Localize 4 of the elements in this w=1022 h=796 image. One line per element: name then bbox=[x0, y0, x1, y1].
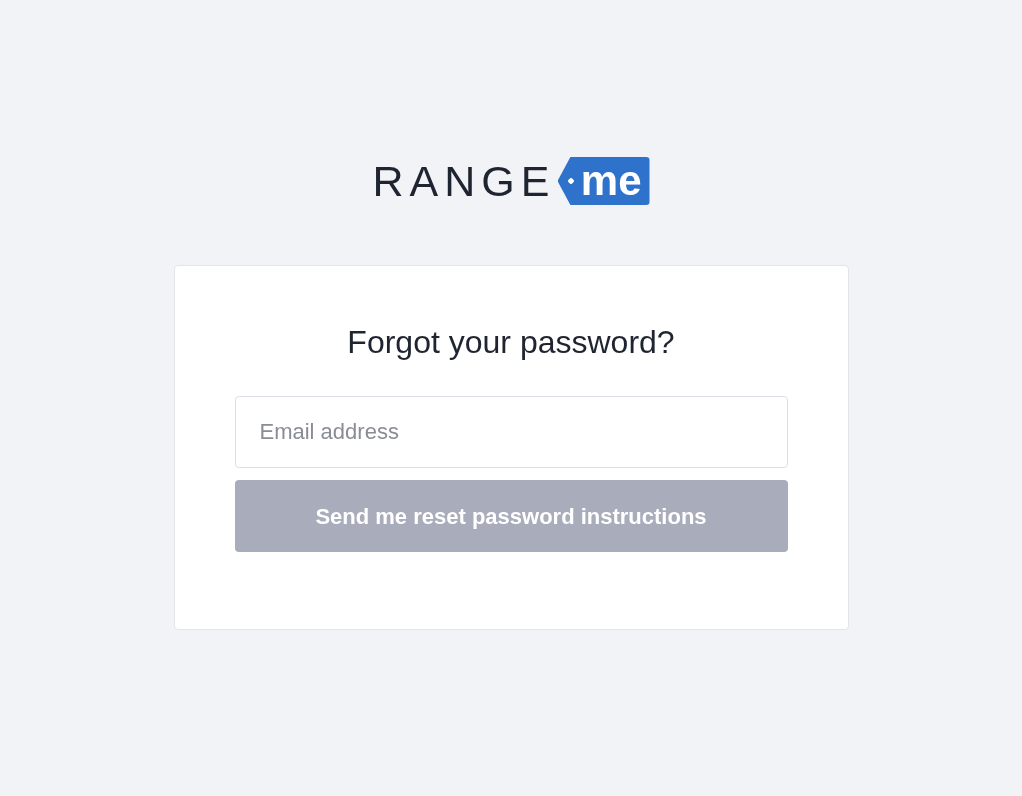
logo-wordmark: RANGE bbox=[372, 159, 556, 203]
logo-tag: me bbox=[557, 157, 650, 205]
form-title: Forgot your password? bbox=[347, 323, 675, 362]
email-field[interactable]: Email address bbox=[234, 396, 788, 468]
